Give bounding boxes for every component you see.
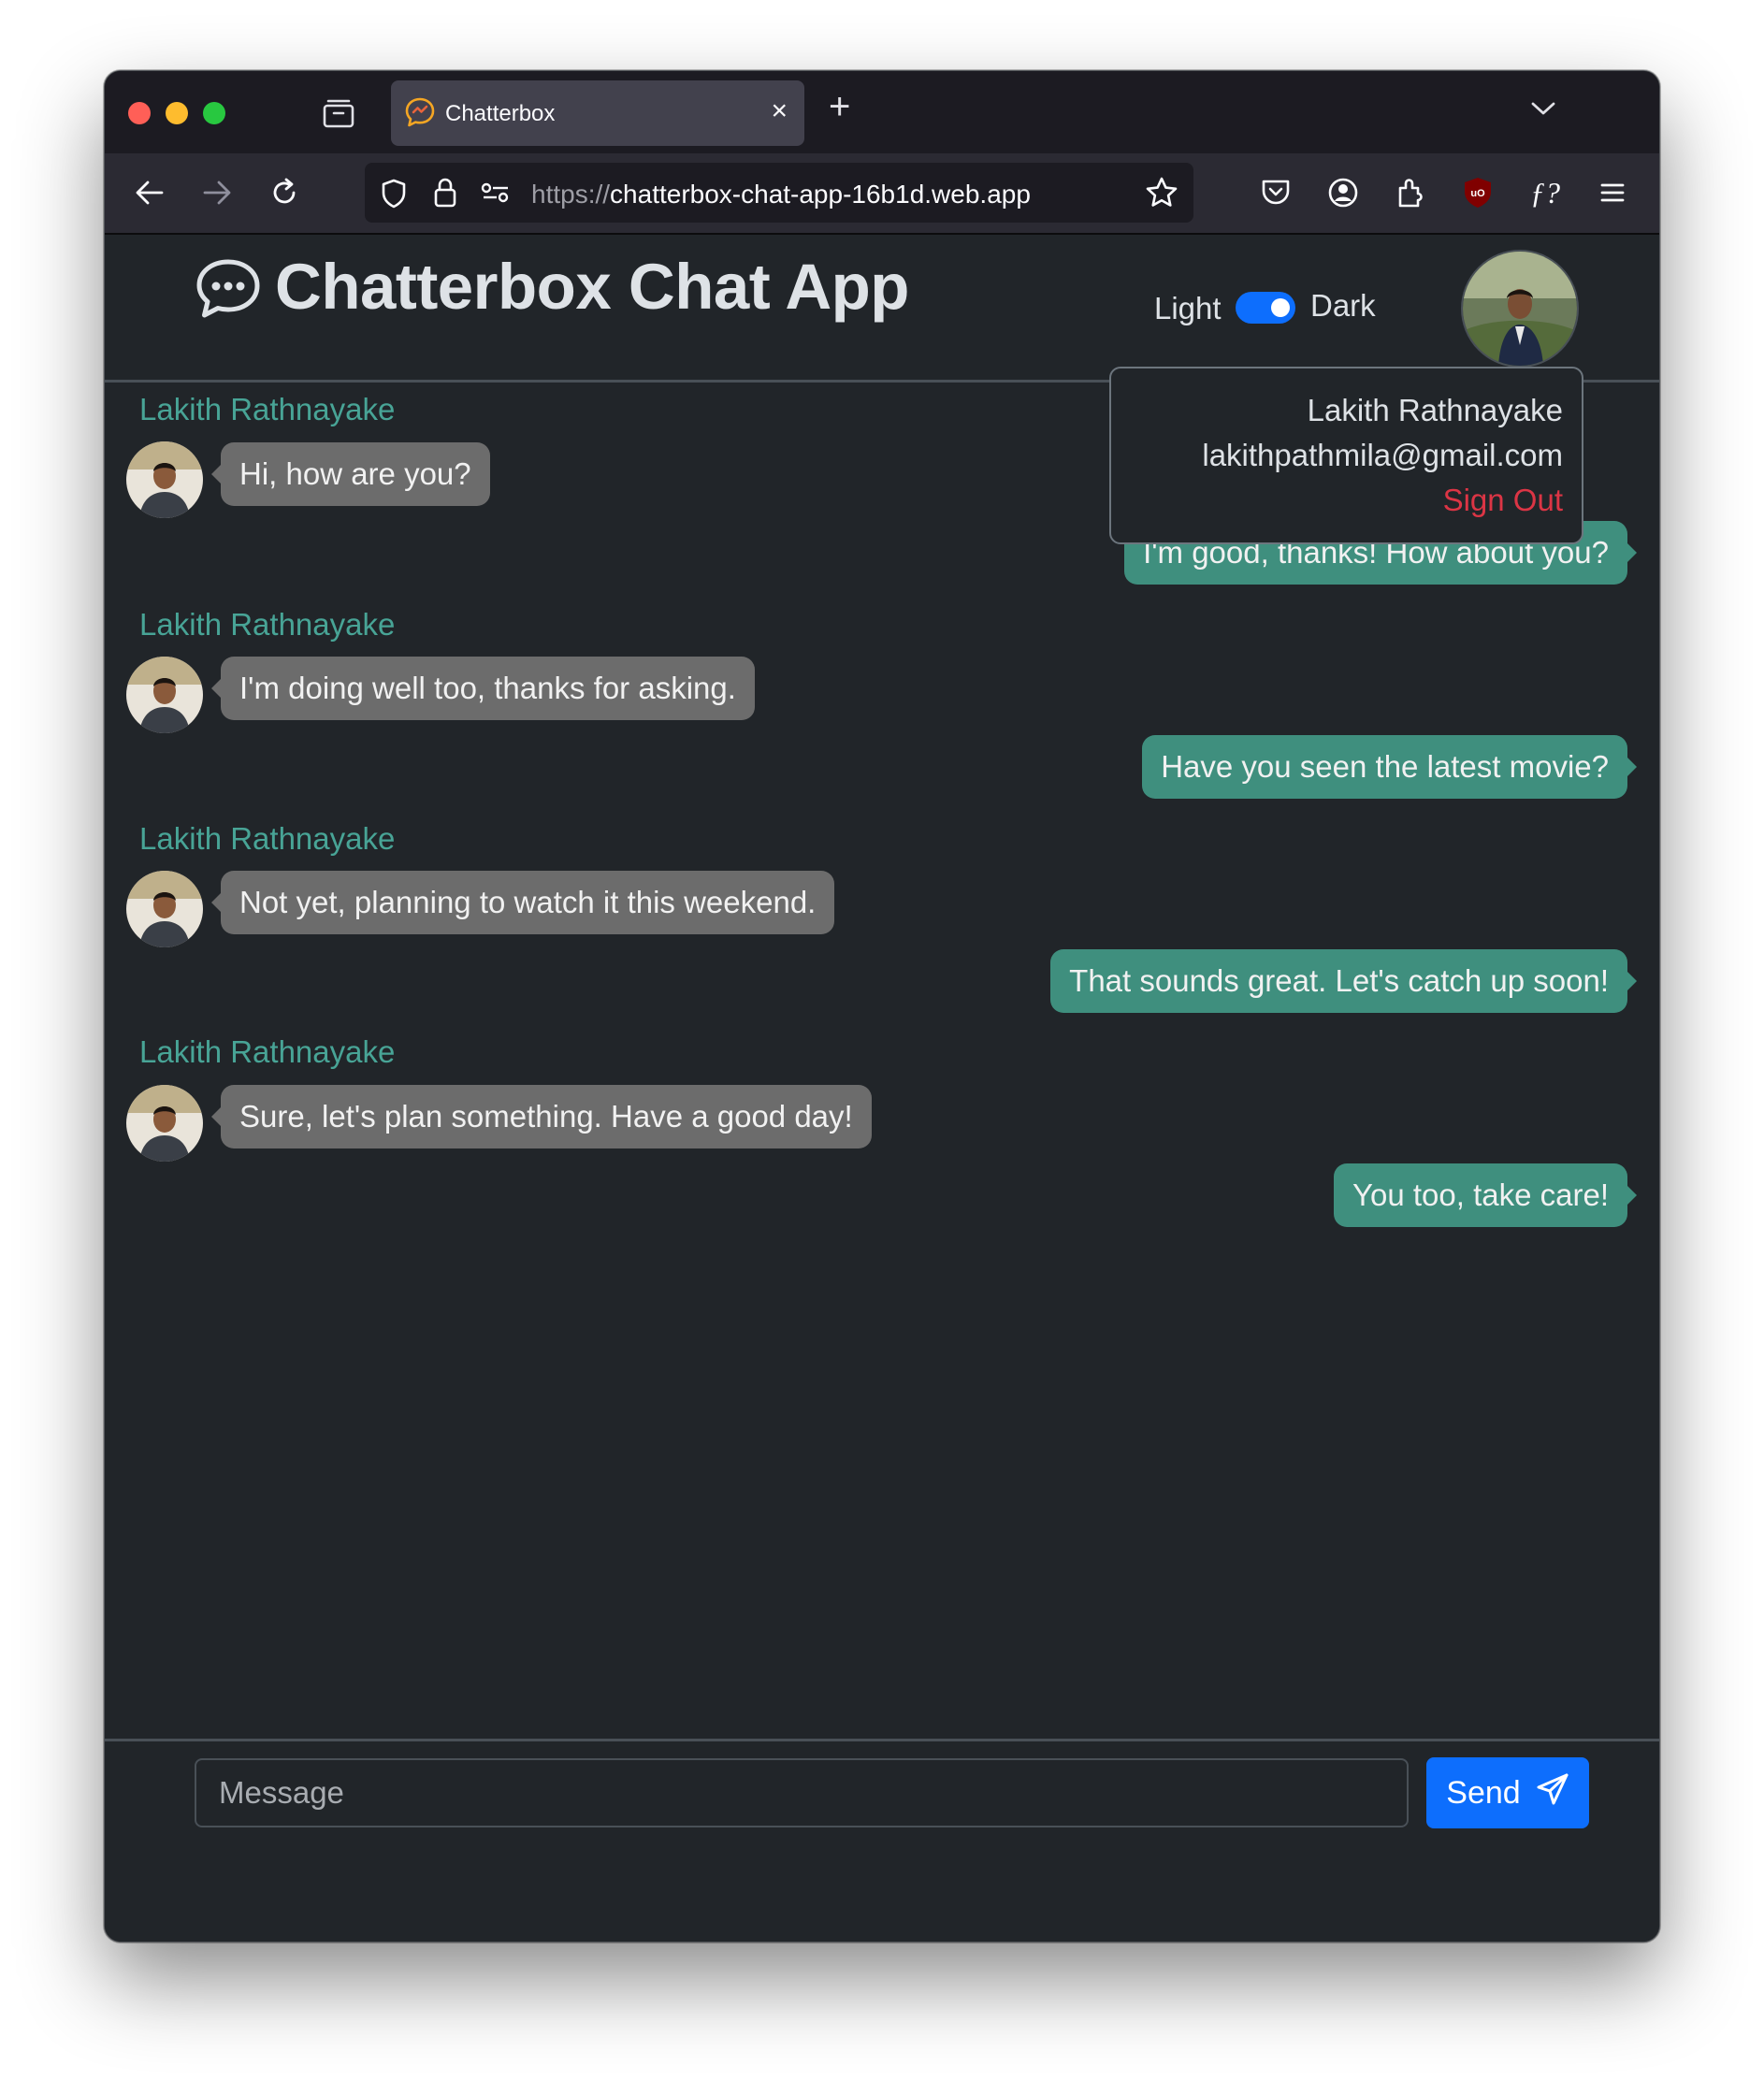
message-sender-name: Lakith Rathnayake — [139, 607, 396, 642]
ublock-label: uO — [1470, 188, 1485, 199]
maximize-window-button[interactable] — [203, 102, 225, 124]
send-button-label: Send — [1446, 1774, 1521, 1811]
sign-out-link[interactable]: Sign Out — [1443, 483, 1563, 518]
tab-title: Chatterbox — [445, 101, 556, 126]
message-bubble-outgoing: Have you seen the latest movie? — [1142, 735, 1637, 799]
pocket-icon[interactable] — [1255, 172, 1296, 213]
message-bubble-outgoing: That sounds great. Let's catch up soon! — [1050, 949, 1637, 1013]
sender-avatar[interactable] — [126, 871, 203, 947]
send-button[interactable]: Send — [1426, 1757, 1589, 1828]
message-sender-name: Lakith Rathnayake — [139, 821, 396, 856]
theme-toggle-switch[interactable] — [1236, 292, 1295, 324]
close-window-button[interactable] — [128, 102, 151, 124]
profile-email: lakithpathmila@gmail.com — [1202, 438, 1563, 472]
sender-avatar[interactable] — [126, 441, 203, 518]
chat-dots-icon — [195, 257, 262, 325]
account-icon[interactable] — [1323, 172, 1364, 213]
firefox-view-icon[interactable] — [322, 97, 355, 134]
extensions-icon[interactable] — [1390, 172, 1431, 213]
navigation-bar: https://chatterbox-chat-app-16b1d.web.ap… — [105, 153, 1659, 235]
reload-icon[interactable] — [264, 172, 305, 213]
message-bubble-incoming: I'm doing well too, thanks for asking. — [211, 657, 755, 720]
send-paper-plane-icon — [1536, 1772, 1569, 1814]
lock-icon[interactable] — [432, 176, 458, 214]
message-sender-name: Lakith Rathnayake — [139, 392, 396, 426]
new-tab-button[interactable]: + — [829, 86, 850, 128]
site-permissions-icon[interactable] — [481, 181, 511, 209]
url-scheme: https:// — [531, 180, 611, 209]
app-menu-icon[interactable] — [1592, 172, 1633, 213]
tracking-protection-shield-icon[interactable] — [380, 178, 408, 214]
url-host: chatterbox-chat-app-16b1d.web.app — [610, 180, 1031, 209]
bookmark-star-icon[interactable] — [1145, 176, 1178, 214]
app-header: Chatterbox Chat App Light Dark Lakith Ra… — [105, 235, 1659, 544]
user-avatar[interactable] — [1461, 250, 1579, 368]
profile-popover: Lakith Rathnayake lakithpathmila@gmail.c… — [1109, 367, 1583, 544]
tab-close-icon[interactable]: × — [771, 95, 788, 127]
message-bubble-incoming: Not yet, planning to watch it this weeke… — [210, 871, 835, 934]
forward-icon[interactable] — [196, 172, 238, 213]
message-sender-name: Lakith Rathnayake — [139, 1034, 396, 1069]
message-input[interactable] — [195, 1758, 1409, 1827]
minimize-window-button[interactable] — [166, 102, 188, 124]
message-bubble-outgoing: You too, take care! — [1334, 1163, 1637, 1227]
address-bar[interactable]: https://chatterbox-chat-app-16b1d.web.ap… — [365, 163, 1193, 223]
url-text[interactable]: https://chatterbox-chat-app-16b1d.web.ap… — [531, 180, 1031, 209]
tab-bar: Chatterbox × + — [105, 71, 1659, 153]
theme-light-label: Light — [1154, 291, 1222, 325]
ublock-origin-icon[interactable]: uO — [1457, 172, 1498, 213]
message-composer: Send — [105, 1739, 1659, 1942]
sender-avatar[interactable] — [126, 1085, 203, 1162]
back-icon[interactable] — [129, 172, 170, 213]
chat-favicon-icon — [404, 96, 436, 133]
sender-avatar[interactable] — [126, 657, 203, 733]
app-title: Chatterbox Chat App — [275, 251, 909, 323]
theme-toggle-knob — [1271, 298, 1290, 317]
font-finder-extension-icon[interactable]: ƒ? — [1525, 172, 1566, 213]
profile-name: Lakith Rathnayake — [1307, 393, 1563, 427]
tab-chatterbox[interactable]: Chatterbox × — [391, 80, 804, 146]
message-bubble-incoming: Sure, let's plan something. Have a good … — [211, 1085, 872, 1148]
chat-app: Chatterbox Chat App Light Dark Lakith Ra… — [105, 235, 1659, 1942]
list-all-tabs-icon[interactable] — [1530, 99, 1556, 123]
message-bubble-incoming: Hi, how are you? — [211, 442, 490, 506]
browser-window: Chatterbox × + https://chatterbox-chat-a… — [104, 70, 1660, 1943]
theme-dark-label: Dark — [1310, 288, 1376, 323]
